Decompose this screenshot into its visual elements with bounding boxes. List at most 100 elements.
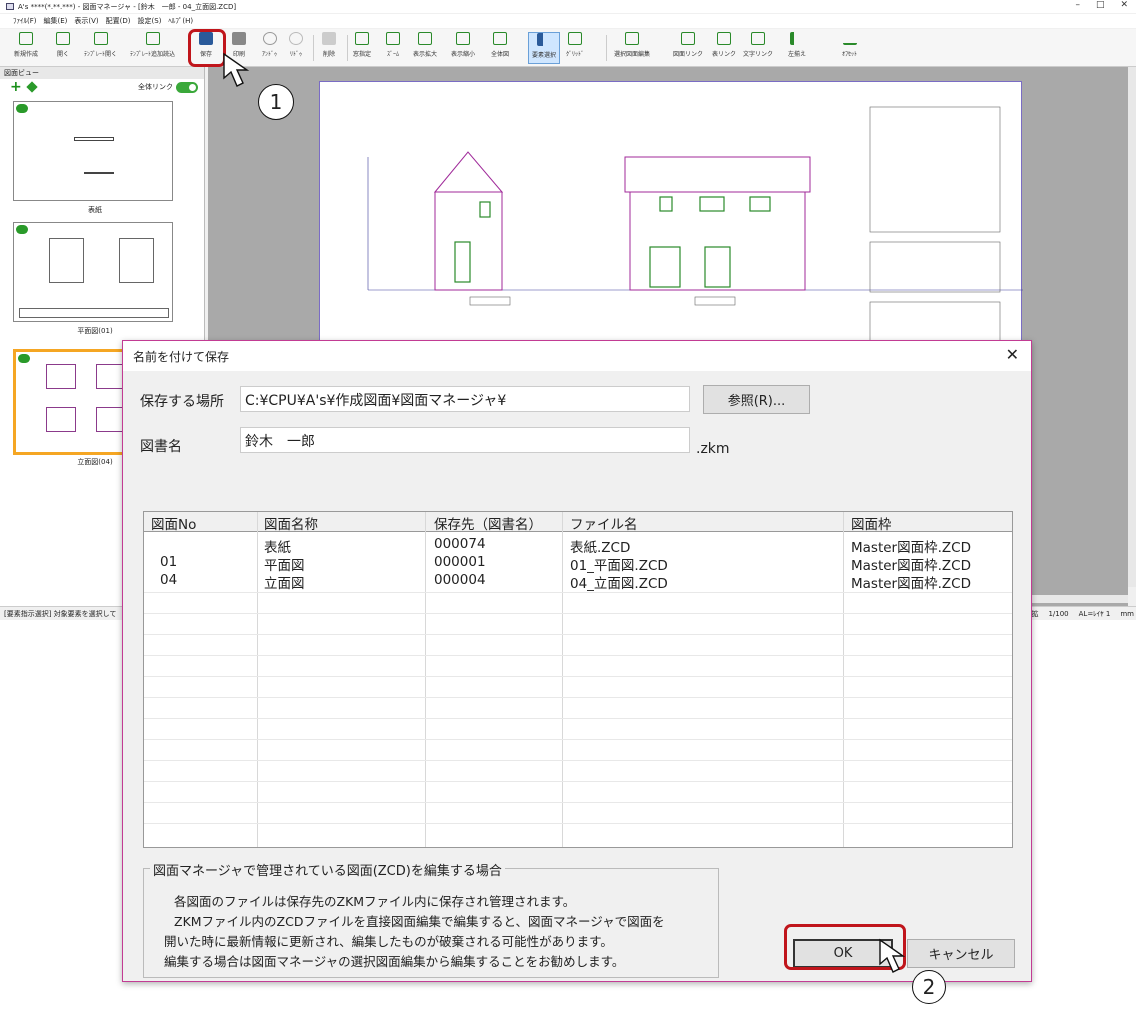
menu-help[interactable]: ﾍﾙﾌﾟ(H)	[168, 16, 193, 26]
minimize-button[interactable]: –	[1075, 0, 1080, 10]
all-link-toggle[interactable]	[176, 82, 198, 93]
link-icon	[18, 354, 30, 363]
column-divider	[843, 512, 844, 847]
drawing-link-icon	[681, 32, 695, 45]
callout-2: 2	[912, 970, 946, 1004]
redo-icon	[289, 32, 303, 45]
header-frame[interactable]: 図面枠	[851, 513, 892, 533]
cursor-arrow-icon	[223, 52, 250, 87]
cell-frame: Master図面枠.ZCD	[851, 576, 971, 592]
open-folder-icon	[56, 32, 70, 45]
thumbnail-floor-plan[interactable]	[13, 222, 173, 322]
thumbnail-cover[interactable]	[13, 101, 173, 201]
eraser-diamond-icon[interactable]	[26, 81, 38, 93]
drawing-link-button[interactable]: 図面リンク	[673, 32, 703, 64]
menu-settings[interactable]: 設定(S)	[138, 16, 162, 26]
table-header: 図面No 図面名称 保存先（図書名） ファイル名 図面枠	[144, 512, 1012, 533]
cell-drawing-no: 04	[160, 572, 178, 588]
undo-icon	[262, 32, 277, 45]
info-line-3: 開いた時に最新情報に更新され、編集したものが破棄される可能性があります。	[164, 934, 613, 949]
toolbar-separator	[347, 35, 348, 61]
toolbar-separator	[606, 35, 607, 61]
info-groupbox: 図面マネージャで管理されている図面(ZCD)を編集する場合 各図面のファイルは保…	[143, 860, 719, 978]
template-add-button[interactable]: ﾃﾝﾌﾟﾚｰﾄ追加読込	[130, 32, 175, 64]
cell-save-dest: 000004	[434, 572, 486, 588]
full-view-button[interactable]: 全体図	[491, 32, 509, 64]
header-drawing-no[interactable]: 図面No	[151, 513, 196, 533]
dialog-close-button[interactable]: ✕	[1006, 345, 1019, 364]
status-right: 拡 1/100 AL=ﾚｲﾔ 1 mm	[1031, 607, 1134, 621]
title-bar: A's ****(*.**.***) - 図面マネージャ - [鈴木 一郎 - …	[0, 0, 1136, 13]
zoom-button[interactable]: ｽﾞｰﾑ	[386, 32, 400, 64]
dialog-title: 名前を付けて保存	[133, 350, 230, 364]
grid-button[interactable]: ｸﾞﾘｯﾄﾞ	[566, 32, 584, 64]
element-select-button[interactable]: 要素選択	[528, 32, 561, 64]
row-divider	[144, 802, 1012, 803]
link-icon	[16, 225, 28, 234]
all-link-label: 全体リンク	[138, 83, 173, 91]
column-divider	[562, 512, 563, 847]
status-mode: 拡	[1031, 610, 1039, 618]
status-scale: 1/100	[1048, 610, 1069, 618]
row-divider	[144, 823, 1012, 824]
info-title: 図面マネージャで管理されている図面(ZCD)を編集する場合	[150, 860, 505, 879]
zoom-out-icon	[456, 32, 470, 45]
add-icon[interactable]: +	[10, 80, 22, 94]
cell-drawing-name: 平面図	[264, 558, 305, 574]
new-button[interactable]: 新規作成	[14, 32, 38, 64]
zoom-in-icon	[418, 32, 432, 45]
cell-file-name: 表紙.ZCD	[570, 540, 631, 556]
edit-selected-drawing-button[interactable]: 選択図面編集	[614, 32, 650, 64]
text-link-button[interactable]: 文字リンク	[743, 32, 773, 64]
vertical-scrollbar[interactable]	[1128, 67, 1136, 587]
menu-view[interactable]: 表示(V)	[74, 16, 98, 26]
plan-sketch-1	[49, 238, 84, 283]
row-divider	[144, 655, 1012, 656]
panel-header: 図面ビュー	[0, 67, 204, 79]
delete-button[interactable]: 削除	[322, 32, 336, 64]
location-label: 保存する場所	[140, 394, 224, 410]
text-link-icon	[751, 32, 765, 45]
book-name-field[interactable]: 鈴木 一郎	[240, 427, 690, 453]
header-file-name[interactable]: ファイル名	[570, 513, 638, 533]
template-add-icon	[145, 32, 160, 45]
elevation-sketch-3	[46, 407, 76, 432]
full-view-icon	[493, 32, 507, 45]
browse-button[interactable]: 参照(R)...	[703, 385, 810, 414]
header-drawing-name[interactable]: 図面名称	[264, 513, 318, 533]
close-window-button[interactable]: ✕	[1120, 0, 1128, 10]
row-divider	[144, 718, 1012, 719]
redo-button[interactable]: ﾘﾄﾞｩ	[289, 32, 303, 64]
elevation-sketch-1	[46, 364, 76, 389]
zoom-out-button[interactable]: 表示縮小	[451, 32, 475, 64]
undo-button[interactable]: ｱﾝﾄﾞｩ	[262, 32, 277, 64]
row-divider	[144, 634, 1012, 635]
menu-file[interactable]: ﾌｧｲﾙ(F)	[13, 16, 37, 26]
cell-frame: Master図面枠.ZCD	[851, 540, 971, 556]
row-divider	[144, 739, 1012, 740]
menu-edit[interactable]: 編集(E)	[44, 16, 68, 26]
status-message: [要素指示選択] 対象要素を選択して	[4, 610, 117, 618]
table-link-button[interactable]: 表リンク	[712, 32, 736, 64]
app-icon	[6, 3, 14, 10]
maximize-button[interactable]: □	[1096, 0, 1105, 10]
open-button[interactable]: 開く	[56, 32, 70, 64]
status-layer: AL=ﾚｲﾔ 1	[1078, 610, 1111, 618]
offset-button[interactable]: ｵﾌｾｯﾄ	[842, 32, 857, 64]
window-zoom-button[interactable]: 窓指定	[353, 32, 371, 64]
table-link-icon	[717, 32, 731, 45]
menu-layout[interactable]: 配置(D)	[106, 16, 131, 26]
zoom-in-button[interactable]: 表示拡大	[413, 32, 437, 64]
offset-icon	[842, 32, 857, 45]
cell-frame: Master図面枠.ZCD	[851, 558, 971, 574]
menu-bar: ﾌｧｲﾙ(F) 編集(E) 表示(V) 配置(D) 設定(S) ﾍﾙﾌﾟ(H)	[0, 14, 1136, 28]
panel-tools: + 全体リンク	[0, 79, 204, 95]
cancel-button[interactable]: キャンセル	[907, 939, 1015, 968]
drawing-list-table[interactable]: 図面No 図面名称 保存先（図書名） ファイル名 図面枠 表紙 000074 表…	[143, 511, 1013, 848]
align-left-button[interactable]: 左揃え	[788, 32, 806, 64]
header-save-dest[interactable]: 保存先（図書名）	[434, 513, 542, 533]
info-line-1: 各図面のファイルは保存先のZKMファイル内に保存され管理されます。	[174, 894, 576, 909]
row-divider	[144, 676, 1012, 677]
location-field[interactable]: C:¥CPU¥A's¥作成図面¥図面マネージャ¥	[240, 386, 690, 412]
template-open-button[interactable]: ﾃﾝﾌﾟﾚｰﾄ開く	[84, 32, 117, 64]
